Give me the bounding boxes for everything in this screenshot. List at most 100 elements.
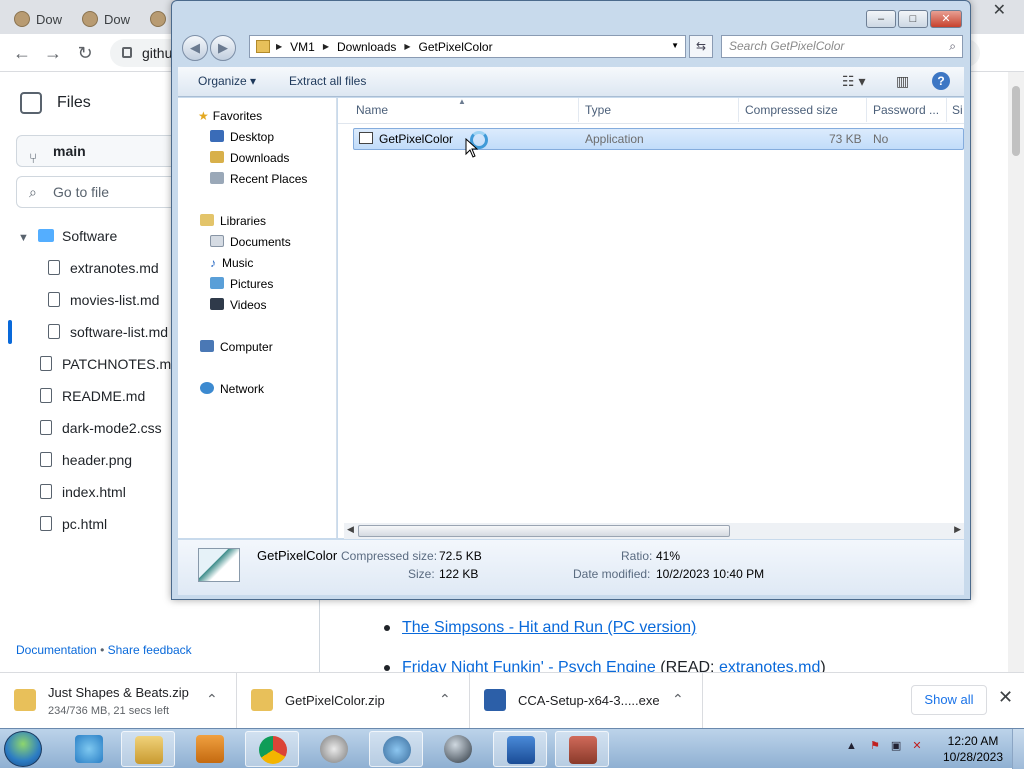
nav-recent-places[interactable]: Recent Places [210, 169, 307, 189]
maximize-button[interactable]: □ [898, 10, 928, 28]
downloads-bar: Just Shapes & Beats.zip 234/736 MB, 21 s… [0, 672, 1024, 729]
tree-item[interactable]: dark-mode2.css [40, 413, 162, 443]
tree-item-active[interactable]: software-list.md [48, 317, 168, 347]
content-link-simpsons[interactable]: The Simpsons - Hit and Run (PC version) [402, 619, 696, 637]
taskbar-explorer[interactable] [121, 731, 175, 767]
column-name[interactable]: Name [356, 103, 388, 117]
show-all-button[interactable]: Show all [911, 685, 987, 715]
nav-libraries[interactable]: Libraries [200, 211, 266, 231]
breadcrumb-item[interactable]: Downloads [337, 40, 396, 54]
back-arrow-icon[interactable]: ◀ [182, 35, 208, 61]
share-feedback-link[interactable]: Share feedback [108, 643, 192, 657]
sidebar-footer: Documentation • Share feedback [16, 643, 192, 657]
nav-videos[interactable]: Videos [210, 295, 266, 315]
taskbar-app[interactable] [431, 731, 485, 767]
nav-music[interactable]: ♪ Music [210, 253, 253, 273]
file-icon [40, 356, 52, 371]
download-item[interactable]: CCA-Setup-x64-3.....exe ⌃ [470, 673, 703, 729]
forward-arrow-icon[interactable]: → [40, 40, 66, 66]
recent-places-icon [210, 172, 224, 184]
clock-date: 10/28/2023 [942, 750, 1004, 764]
command-bar: Organize ▾ Extract all files ☷ ▾ ▥ ? [178, 67, 964, 97]
column-divider[interactable] [866, 98, 867, 122]
nav-favorites[interactable]: ★ Favorites [198, 106, 262, 126]
chevron-up-icon[interactable]: ⌃ [206, 691, 218, 708]
taskbar-app[interactable] [307, 731, 361, 767]
taskbar-app[interactable] [493, 731, 547, 767]
horizontal-scrollbar[interactable]: ◀ ▶ [344, 523, 964, 539]
page-scrollbar[interactable] [1008, 72, 1024, 672]
close-icon[interactable]: ✕ [993, 0, 1006, 20]
tree-item[interactable]: header.png [40, 445, 132, 475]
chevron-up-icon[interactable]: ⌃ [672, 691, 684, 708]
taskbar-ie[interactable] [62, 731, 116, 767]
scrollbar-thumb[interactable] [1012, 86, 1020, 156]
tree-item[interactable]: extranotes.md [48, 253, 159, 283]
nav-documents[interactable]: Documents [210, 232, 291, 252]
column-type[interactable]: Type [585, 103, 611, 117]
nav-downloads[interactable]: Downloads [210, 148, 289, 168]
back-arrow-icon[interactable]: ← [9, 40, 35, 66]
column-divider[interactable] [946, 98, 947, 122]
reload-icon[interactable]: ↻ [72, 40, 98, 66]
content-link-extranotes[interactable]: extranotes.md [719, 659, 820, 672]
taskbar-clock[interactable]: 12:20 AM 10/28/2023 [940, 733, 1006, 765]
column-compressed-size[interactable]: Compressed size [745, 103, 838, 117]
scrollbar-thumb[interactable] [358, 525, 730, 537]
view-options-icon[interactable]: ☷ ▾ [842, 73, 865, 90]
show-hidden-icons[interactable]: ▲ [846, 740, 857, 752]
tree-item[interactable]: movies-list.md [48, 285, 159, 315]
installer-icon [484, 689, 506, 711]
browser-tab[interactable] [136, 4, 166, 34]
download-item[interactable]: Just Shapes & Beats.zip 234/736 MB, 21 s… [0, 673, 237, 729]
nav-network[interactable]: Network [200, 379, 264, 399]
explorer-address-bar[interactable]: ▶ VM1 ▶ Downloads ▶ GetPixelColor ▼ [249, 35, 686, 58]
explorer-search-input[interactable]: Search GetPixelColor ⌕ [721, 35, 963, 58]
column-size[interactable]: Si [952, 103, 963, 117]
refresh-icon[interactable]: ⇆ [689, 35, 713, 58]
browser-tab[interactable]: Dow [68, 4, 130, 34]
chevron-up-icon[interactable]: ⌃ [439, 691, 451, 708]
dropdown-arrow-icon[interactable]: ▼ [671, 41, 679, 50]
taskbar-media-player[interactable] [183, 731, 237, 767]
nav-desktop[interactable]: Desktop [210, 127, 274, 147]
action-center-icon[interactable]: ⚑ [870, 740, 880, 752]
documentation-link[interactable]: Documentation [16, 643, 97, 657]
volume-muted-icon[interactable]: ✕ [912, 740, 921, 752]
internet-explorer-icon [75, 735, 103, 763]
extract-all-button[interactable]: Extract all files [289, 74, 366, 88]
organize-menu[interactable]: Organize ▾ [198, 74, 256, 88]
taskbar-app[interactable] [555, 731, 609, 767]
column-password[interactable]: Password ... [873, 103, 939, 117]
help-icon[interactable]: ? [932, 72, 950, 90]
minimize-button[interactable]: – [866, 10, 896, 28]
close-icon[interactable]: ✕ [998, 687, 1013, 708]
network-tray-icon[interactable]: ▣ [891, 740, 901, 752]
tree-item[interactable]: pc.html [40, 509, 107, 539]
breadcrumb-item[interactable]: GetPixelColor [419, 40, 493, 54]
tree-folder-software[interactable]: ▼ Software [18, 221, 117, 251]
tree-item[interactable]: PATCHNOTES.md [40, 349, 179, 379]
show-desktop-button[interactable] [1012, 729, 1024, 769]
taskbar-chrome[interactable] [245, 731, 299, 767]
browser-tab[interactable]: Dow [0, 4, 62, 34]
close-button[interactable]: ✕ [930, 10, 962, 28]
column-divider[interactable] [578, 98, 579, 122]
tree-item[interactable]: index.html [40, 477, 126, 507]
nav-pictures[interactable]: Pictures [210, 274, 273, 294]
folder-icon [38, 229, 54, 242]
tree-item[interactable]: README.md [40, 381, 145, 411]
scroll-right-icon[interactable]: ▶ [954, 524, 961, 535]
forward-arrow-icon[interactable]: ▶ [210, 35, 236, 61]
breadcrumb-item[interactable]: VM1 [290, 40, 315, 54]
sidebar-collapse-icon[interactable] [20, 92, 42, 114]
taskbar-app[interactable] [369, 731, 423, 767]
scroll-left-icon[interactable]: ◀ [347, 524, 354, 535]
file-row-selected[interactable]: GetPixelColor Application 73 KB No [353, 128, 964, 150]
nav-computer[interactable]: Computer [200, 337, 273, 357]
start-button[interactable] [4, 731, 42, 767]
column-divider[interactable] [738, 98, 739, 122]
download-item[interactable]: GetPixelColor.zip ⌃ [237, 673, 470, 729]
preview-pane-icon[interactable]: ▥ [896, 73, 909, 90]
content-link-fnf[interactable]: Friday Night Funkin' - Psych Engine [402, 659, 656, 672]
